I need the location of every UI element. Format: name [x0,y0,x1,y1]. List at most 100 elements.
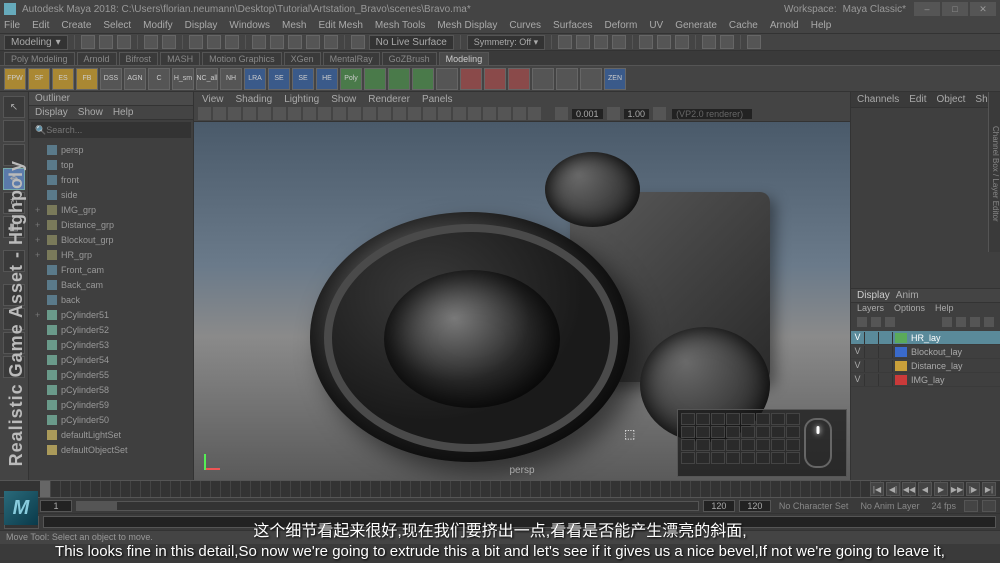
save-scene-icon[interactable] [117,35,131,49]
toggle-channelbox-icon[interactable] [702,35,716,49]
outliner-node-Blockout_grp[interactable]: +Blockout_grp [29,232,193,247]
menu-file[interactable]: File [4,20,20,31]
vp-use-lights-icon[interactable] [408,107,421,120]
shelf-tab-mash[interactable]: MASH [160,52,200,65]
shelf-button-16[interactable] [388,68,410,90]
help-menu[interactable]: Help [935,303,954,317]
vp-grease-pencil-icon[interactable] [258,107,271,120]
outliner-node-pCylinder51[interactable]: +pCylinder51 [29,307,193,322]
layer-filter-4-icon[interactable] [984,317,994,327]
prefs-button[interactable] [982,500,996,512]
play-back-button[interactable]: ◀ [918,482,932,496]
menu-windows[interactable]: Windows [229,20,270,31]
outliner-node-HR_grp[interactable]: +HR_grp [29,247,193,262]
undo-icon[interactable] [144,35,158,49]
select-mode-icon[interactable] [189,35,203,49]
outliner-node-pCylinder52[interactable]: pCylinder52 [29,322,193,337]
menu-mesh-tools[interactable]: Mesh Tools [375,20,425,31]
snap-grid-icon[interactable] [252,35,266,49]
outliner-node-pCylinder54[interactable]: pCylinder54 [29,352,193,367]
maximize-button[interactable]: □ [942,2,968,16]
shelf-button-1[interactable]: SF [28,68,50,90]
menu-help[interactable]: Help [811,20,832,31]
menu-modify[interactable]: Modify [143,20,172,31]
vp-renderer-label[interactable]: (VP2.0 renderer) [672,109,752,119]
outliner-node-pCylinder59[interactable]: pCylinder59 [29,397,193,412]
step-back-button[interactable]: ◀| [886,482,900,496]
ipr-render-icon[interactable] [594,35,608,49]
animlayer-dropdown[interactable]: No Anim Layer [856,501,923,511]
new-layer-icon[interactable] [857,317,867,327]
display-tab[interactable]: Display [857,290,890,301]
vp-textured-icon[interactable] [483,107,496,120]
outliner-node-pCylinder53[interactable]: pCylinder53 [29,337,193,352]
range-slider-track[interactable] [76,501,699,511]
menu-curves[interactable]: Curves [509,20,541,31]
step-fwd-button[interactable]: |▶ [966,482,980,496]
channels-menu[interactable]: Channels [857,94,899,105]
outliner-menu-help[interactable]: Help [113,107,134,118]
shelf-button-7[interactable]: H_sm [172,68,194,90]
layer-filter-1-icon[interactable] [942,317,952,327]
shelf-tab-gozbrush[interactable]: GoZBrush [382,52,437,65]
vp-aa-icon[interactable] [528,107,541,120]
shelf-button-21[interactable] [508,68,530,90]
layers-menu[interactable]: Layers [857,303,884,317]
render-icon[interactable] [576,35,590,49]
menu-edit[interactable]: Edit [32,20,49,31]
account-icon[interactable] [747,35,761,49]
shelf-button-6[interactable]: C [148,68,170,90]
options-menu[interactable]: Options [894,303,925,317]
shelf-tab-xgen[interactable]: XGen [284,52,321,65]
playhead[interactable] [40,481,50,497]
play-fwd-button[interactable]: ▶ [934,482,948,496]
outliner-node-Distance_grp[interactable]: +Distance_grp [29,217,193,232]
vp-motion-blur-icon[interactable] [513,107,526,120]
shelf-button-13[interactable]: HE [316,68,338,90]
shelf-button-10[interactable]: LRA [244,68,266,90]
move-up-layer-icon[interactable] [871,317,881,327]
shelf-button-2[interactable]: ES [52,68,74,90]
outliner-node-persp[interactable]: persp [29,142,193,157]
vp-exposure-value[interactable]: 0.001 [572,109,603,119]
layer-filter-3-icon[interactable] [970,317,980,327]
mode-dropdown[interactable]: Modeling ▾ [4,35,68,50]
vp-ao-icon[interactable] [498,107,511,120]
vp-film-gate-icon[interactable] [288,107,301,120]
vp-wireframe-icon[interactable] [378,107,391,120]
shelf-button-0[interactable]: FPW [4,68,26,90]
vp-image-plane-icon[interactable] [228,107,241,120]
shelf-button-12[interactable]: SE [292,68,314,90]
shelf-button-22[interactable] [532,68,554,90]
live-surface-icon[interactable] [351,35,365,49]
outliner-node-IMG_grp[interactable]: +IMG_grp [29,202,193,217]
panel-layout-3-icon[interactable] [675,35,689,49]
workspace-selector[interactable]: Workspace: Maya Classic* [784,4,906,15]
layer-IMG_lay[interactable]: VIMG_lay [851,373,1000,387]
open-scene-icon[interactable] [99,35,113,49]
vp-resolution-gate-icon[interactable] [303,107,316,120]
menu-uv[interactable]: UV [649,20,663,31]
outliner-node-pCylinder58[interactable]: pCylinder58 [29,382,193,397]
vp-field-chart-icon[interactable] [333,107,346,120]
shelf-button-23[interactable] [556,68,578,90]
go-end-button[interactable]: ▶| [982,482,996,496]
live-surface-dropdown[interactable]: No Live Surface [369,35,454,50]
layer-HR_lay[interactable]: VHR_lay [851,331,1000,345]
prev-key-button[interactable]: ◀◀ [902,482,916,496]
anim-tab[interactable]: Anim [896,290,919,301]
shelf-button-24[interactable] [580,68,602,90]
outliner-node-side[interactable]: side [29,187,193,202]
shelf-tab-modeling[interactable]: Modeling [439,52,490,65]
lasso-icon[interactable] [207,35,221,49]
object-menu[interactable]: Object [937,94,966,105]
shelf-button-5[interactable]: AGN [124,68,146,90]
panels-menu[interactable]: Panels [422,94,453,105]
minimize-button[interactable]: – [914,2,940,16]
shelf-button-17[interactable] [412,68,434,90]
vp-safe-action-icon[interactable] [348,107,361,120]
shelf-button-14[interactable]: Poly [340,68,362,90]
vp-gate-mask-icon[interactable] [318,107,331,120]
shelf-button-9[interactable]: NH [220,68,242,90]
outliner-menu-display[interactable]: Display [35,107,68,118]
